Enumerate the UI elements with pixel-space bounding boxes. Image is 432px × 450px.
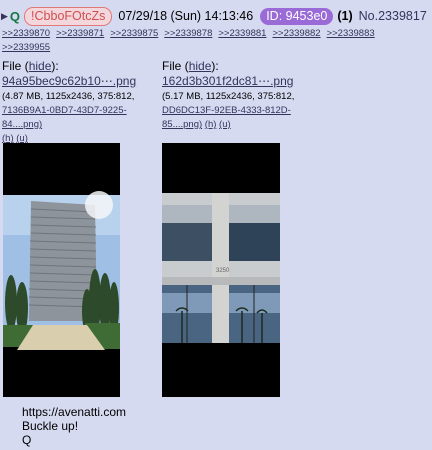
q-label: Q xyxy=(9,8,21,24)
file-label: File xyxy=(2,59,22,73)
hide-link[interactable]: hide xyxy=(29,59,52,73)
building-photo-1 xyxy=(3,143,120,397)
backlinks: >>2339870 >>2339871 >>2339875 >>2339878 >>23… xyxy=(2,27,432,55)
hide-link[interactable]: hide xyxy=(189,59,212,73)
post-count: (1) xyxy=(337,9,353,23)
backlink[interactable]: >>2339881 xyxy=(218,28,266,39)
backlink[interactable]: >>2339871 xyxy=(56,28,104,39)
backlink[interactable]: >>2339883 xyxy=(327,28,375,39)
post-header: ▶ Q !CbboFOtcZs 07/29/18 (Sun) 14:13:46 … xyxy=(0,6,427,26)
file-original-name-link[interactable]: DD6DC13F-92EB-4333-812D- xyxy=(162,105,291,116)
file-meta: (4.87 MB, 1125x2436, 375:812, xyxy=(2,91,135,102)
file-name-link[interactable]: 94a95bec9c62b10⋯.png xyxy=(2,74,136,88)
post-datetime: 07/29/18 (Sun) 14:13:46 xyxy=(118,9,254,23)
file-name-link[interactable]: 162d3b301f2dc81⋯.png xyxy=(162,74,293,88)
building-photo-2: 3250 xyxy=(162,143,280,397)
file-h-link[interactable]: (h) xyxy=(205,119,217,130)
file-original-name-link[interactable]: 7136B9A1-0BD7-43D7-9225-84....png) xyxy=(2,105,127,130)
building-number: 3250 xyxy=(216,268,230,274)
file-label: File xyxy=(162,59,182,73)
post-number-link[interactable]: No.2339817 xyxy=(359,9,427,23)
file-u-link[interactable]: (u) xyxy=(219,119,231,130)
backlink[interactable]: >>2339882 xyxy=(272,28,320,39)
post-message: https://avenatti.com Buckle up! Q xyxy=(22,405,126,447)
backlink[interactable]: >>2339878 xyxy=(164,28,212,39)
message-link[interactable]: https://avenatti.com xyxy=(22,405,126,419)
poster-id-badge[interactable]: ID: 9453e0 xyxy=(260,7,334,25)
file-meta: (5.17 MB, 1125x2436, 375:812, xyxy=(162,91,295,102)
expand-triangle-icon[interactable]: ▶ xyxy=(1,11,8,22)
backlink[interactable]: >>2339875 xyxy=(110,28,158,39)
message-line: Buckle up! xyxy=(22,419,79,433)
file-info-2: File (hide): 162d3b301f2dc81⋯.png (5.17 … xyxy=(162,59,330,132)
thumbnail-image-1[interactable] xyxy=(3,143,120,397)
message-signature: Q xyxy=(22,433,32,447)
tripcode-badge[interactable]: !CbboFOtcZs xyxy=(24,6,113,26)
backlink[interactable]: >>2339870 xyxy=(2,28,50,39)
backlink[interactable]: >>2339955 xyxy=(2,42,50,53)
file-original-name-link[interactable]: 85....png) xyxy=(162,119,202,130)
thumbnail-image-2[interactable]: 3250 xyxy=(162,143,280,397)
file-info-1: File (hide): 94a95bec9c62b10⋯.png (4.87 … xyxy=(2,59,160,146)
